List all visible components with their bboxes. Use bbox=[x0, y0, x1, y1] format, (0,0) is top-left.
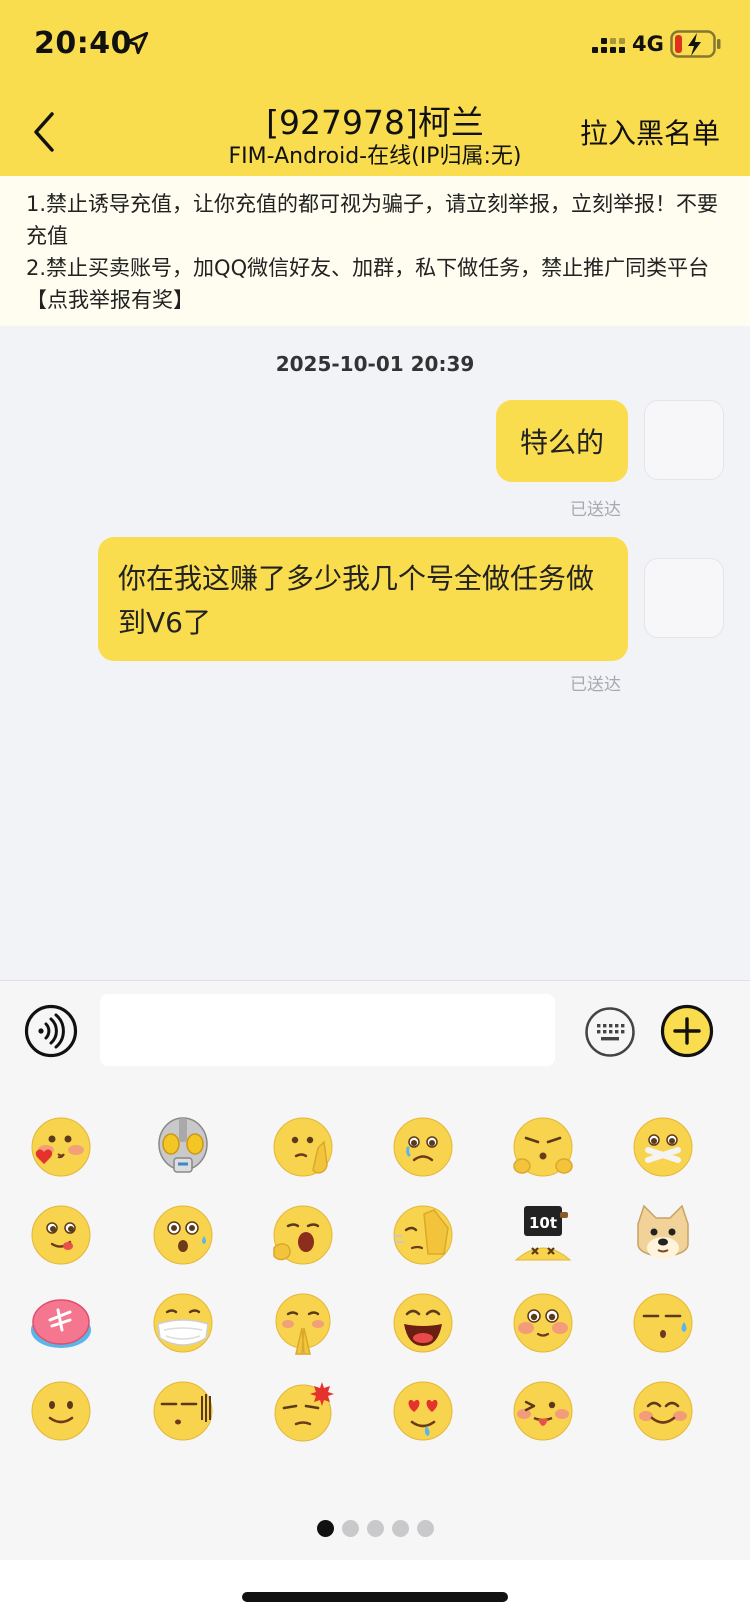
pray-emoji[interactable] bbox=[270, 1290, 336, 1356]
yawn-emoji[interactable] bbox=[270, 1202, 336, 1268]
facepalm-emoji[interactable] bbox=[390, 1202, 456, 1268]
delivery-receipt: 已送达 bbox=[570, 675, 621, 695]
svg-text:10t: 10t bbox=[529, 1214, 557, 1232]
thinking-emoji[interactable] bbox=[270, 1114, 336, 1180]
speechless-sweat-emoji[interactable] bbox=[630, 1290, 696, 1356]
battery-charging-icon bbox=[670, 30, 721, 58]
status-time: 20:40 bbox=[34, 26, 132, 61]
happy-emoji[interactable] bbox=[630, 1378, 696, 1444]
page-dot[interactable] bbox=[341, 1520, 359, 1537]
yum-emoji[interactable] bbox=[28, 1202, 94, 1268]
home-indicator[interactable] bbox=[242, 1592, 508, 1602]
ultraman-emoji[interactable] bbox=[150, 1114, 216, 1180]
blacklist-button[interactable]: 拉入黑名单 bbox=[580, 112, 720, 152]
voice-input-icon[interactable] bbox=[24, 1004, 78, 1058]
page-dot[interactable] bbox=[391, 1520, 409, 1537]
avatar[interactable] bbox=[644, 558, 724, 638]
page-dot-active[interactable] bbox=[316, 1520, 334, 1537]
page-dot[interactable] bbox=[366, 1520, 384, 1537]
blush-kiss-emoji[interactable] bbox=[28, 1114, 94, 1180]
notice-line-2: 2.禁止买卖账号，加QQ微信好友、加群，私下做任务，禁止推广同类平台【点我举报有… bbox=[26, 256, 710, 312]
rules-notice[interactable]: 1.禁止诱导充值，让你充值的都可视为骗子，请立刻举报，立刻举报！不要充值 2.禁… bbox=[0, 176, 750, 326]
location-arrow-icon bbox=[125, 31, 149, 55]
avatar[interactable] bbox=[644, 400, 724, 480]
delivery-receipt: 已送达 bbox=[570, 500, 621, 520]
signal-icon bbox=[592, 38, 625, 53]
plus-icon[interactable] bbox=[660, 1004, 714, 1058]
mask-emoji[interactable] bbox=[150, 1290, 216, 1356]
annoyed-emoji[interactable] bbox=[270, 1378, 336, 1444]
keyboard-icon[interactable] bbox=[584, 1006, 636, 1058]
heart-eyes-emoji[interactable] bbox=[390, 1378, 456, 1444]
sad-emoji[interactable] bbox=[390, 1114, 456, 1180]
chat-header: 20:40 4G [927978]柯兰 FIM-Android-在线(IP归属:… bbox=[0, 0, 750, 176]
page-dot[interactable] bbox=[416, 1520, 434, 1537]
network-type: 4G bbox=[632, 32, 664, 56]
notice-line-1: 1.禁止诱导充值，让你充值的都可视为骗子，请立刻举报，立刻举报！不要充值 bbox=[26, 192, 719, 248]
10t-weight-emoji[interactable]: 10t bbox=[510, 1202, 576, 1268]
doge-emoji[interactable] bbox=[630, 1202, 696, 1268]
deadpan-emoji[interactable] bbox=[150, 1378, 216, 1444]
message-bubble[interactable]: 特么的 bbox=[496, 400, 628, 482]
laugh-emoji[interactable] bbox=[390, 1290, 456, 1356]
surprised-sweat-emoji[interactable] bbox=[150, 1202, 216, 1268]
smile-emoji[interactable] bbox=[28, 1378, 94, 1444]
tongue-emoji[interactable] bbox=[510, 1378, 576, 1444]
message-bubble[interactable]: 你在我这赚了多少我几个号全做任务做到V6了 bbox=[98, 537, 628, 661]
message-timestamp: 2025-10-01 20:39 bbox=[275, 352, 475, 376]
red-packet-emoji[interactable] bbox=[28, 1290, 94, 1356]
huff-emoji[interactable] bbox=[510, 1114, 576, 1180]
shy-emoji[interactable] bbox=[510, 1290, 576, 1356]
message-input[interactable] bbox=[100, 994, 555, 1066]
emoji-page-indicator bbox=[0, 1520, 750, 1540]
sealed-lips-emoji[interactable] bbox=[630, 1114, 696, 1180]
